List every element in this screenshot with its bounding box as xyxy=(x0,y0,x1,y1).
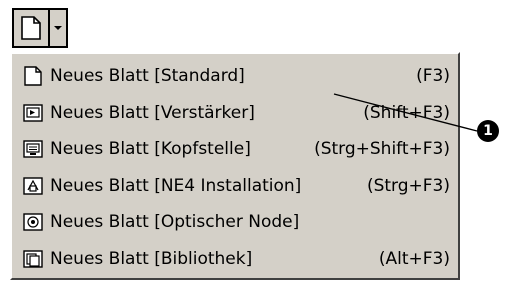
menu-item-shortcut: (Strg+Shift+F3) xyxy=(314,139,450,160)
menu-item-shortcut: (F3) xyxy=(416,66,450,87)
blank-sheet-icon xyxy=(24,66,42,86)
menu-item-kopfstelle[interactable]: Neues Blatt [Kopfstelle] (Strg+Shift+F3) xyxy=(12,131,458,168)
menu-item-label: Neues Blatt [NE4 Installation] xyxy=(50,175,302,196)
new-sheet-menu: Neues Blatt [Standard] (F3) Neues Blatt … xyxy=(10,52,460,280)
menu-item-ne4-installation[interactable]: Neues Blatt [NE4 Installation] (Strg+F3) xyxy=(12,168,458,205)
blank-sheet-icon xyxy=(21,16,41,40)
screenshot-stage: Neues Blatt [Standard] (F3) Neues Blatt … xyxy=(0,0,506,281)
menu-item-shortcut: (Alt+F3) xyxy=(378,248,450,269)
callout-badge: 1 xyxy=(477,120,499,142)
ne4-installation-sheet-icon xyxy=(23,177,43,195)
new-sheet-button[interactable] xyxy=(12,8,50,48)
headend-sheet-icon xyxy=(23,140,43,158)
chevron-down-icon xyxy=(54,26,62,30)
new-sheet-split-button xyxy=(12,8,68,48)
menu-item-optischer-node[interactable]: Neues Blatt [Optischer Node] xyxy=(12,204,458,241)
menu-item-verstaerker[interactable]: Neues Blatt [Verstärker] (Shift+F3) xyxy=(12,95,458,132)
new-sheet-dropdown-button[interactable] xyxy=(50,8,68,48)
menu-item-shortcut: (Shift+F3) xyxy=(363,102,450,123)
menu-item-bibliothek[interactable]: Neues Blatt [Bibliothek] (Alt+F3) xyxy=(12,241,458,278)
menu-item-label: Neues Blatt [Kopfstelle] xyxy=(50,139,251,160)
menu-item-label: Neues Blatt [Optischer Node] xyxy=(50,212,300,233)
library-sheet-icon xyxy=(23,250,43,268)
amplifier-sheet-icon xyxy=(23,104,43,122)
menu-item-label: Neues Blatt [Bibliothek] xyxy=(50,248,253,269)
menu-item-standard[interactable]: Neues Blatt [Standard] (F3) xyxy=(12,58,458,95)
menu-item-label: Neues Blatt [Verstärker] xyxy=(50,102,255,123)
menu-item-label: Neues Blatt [Standard] xyxy=(50,66,245,87)
menu-item-shortcut: (Strg+F3) xyxy=(366,175,450,196)
optical-node-sheet-icon xyxy=(23,213,43,231)
